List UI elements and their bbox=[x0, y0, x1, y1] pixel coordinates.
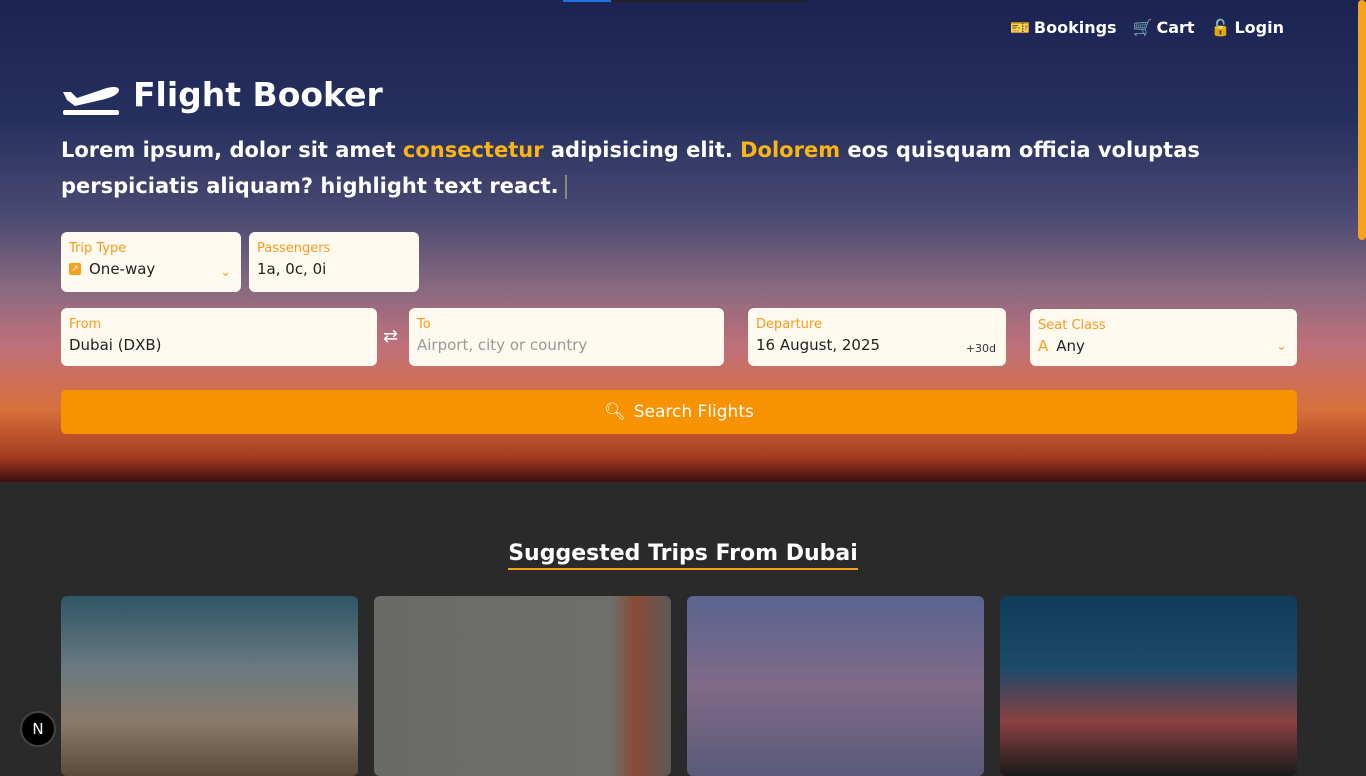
unlock-icon: 🔓 bbox=[1210, 18, 1231, 37]
nav-login[interactable]: 🔓 Login bbox=[1211, 18, 1284, 37]
trip-type-select[interactable]: Trip Type ↗ One-way ⌄ bbox=[61, 232, 241, 292]
departure-field[interactable]: Departure 16 August, 2025 +30d bbox=[748, 308, 1006, 366]
trip-card-london[interactable] bbox=[687, 596, 984, 776]
loading-track bbox=[611, 0, 806, 2]
trip-card-new-york[interactable] bbox=[1000, 596, 1297, 776]
seat-class-select[interactable]: Seat Class A Any ⌄ bbox=[1030, 309, 1297, 366]
cart-icon: 🛒 bbox=[1132, 18, 1153, 37]
search-icon: 🔍︎ bbox=[604, 402, 626, 422]
section-title: Suggested Trips From Dubai bbox=[0, 541, 1366, 570]
ticket-icon: 🎫 bbox=[1009, 18, 1030, 37]
dev-badge[interactable]: N bbox=[20, 711, 56, 747]
passengers-field[interactable]: Passengers 1a, 0c, 0i bbox=[249, 232, 419, 292]
chevron-down-icon: ⌄ bbox=[220, 265, 231, 280]
date-offset: +30d bbox=[965, 342, 996, 355]
brand-logo[interactable]: Flight Booker bbox=[61, 72, 383, 116]
loading-bar bbox=[563, 0, 611, 2]
from-field[interactable]: From Dubai (DXB) bbox=[61, 308, 377, 366]
trip-card-lahore[interactable] bbox=[374, 596, 671, 776]
tagline: Lorem ipsum, dolor sit amet consectetur … bbox=[61, 138, 1200, 199]
plane-icon bbox=[63, 87, 119, 115]
swap-icon[interactable]: ⇄ bbox=[383, 326, 398, 347]
scrollbar[interactable] bbox=[1358, 0, 1366, 240]
trip-card-karachi[interactable] bbox=[61, 596, 358, 776]
nav-bookings[interactable]: 🎫 Bookings bbox=[1010, 18, 1117, 37]
nav-cart[interactable]: 🛒 Cart bbox=[1133, 18, 1195, 37]
search-flights-button[interactable]: 🔍︎ Search Flights bbox=[61, 390, 1297, 434]
seat-class-icon: A bbox=[1038, 337, 1049, 355]
to-field[interactable]: To Airport, city or country bbox=[409, 308, 724, 366]
top-nav: 🎫 Bookings 🛒 Cart 🔓 Login bbox=[1010, 18, 1284, 37]
arrow-up-right-icon: ↗ bbox=[69, 263, 81, 275]
chevron-down-icon: ⌄ bbox=[1276, 339, 1287, 354]
